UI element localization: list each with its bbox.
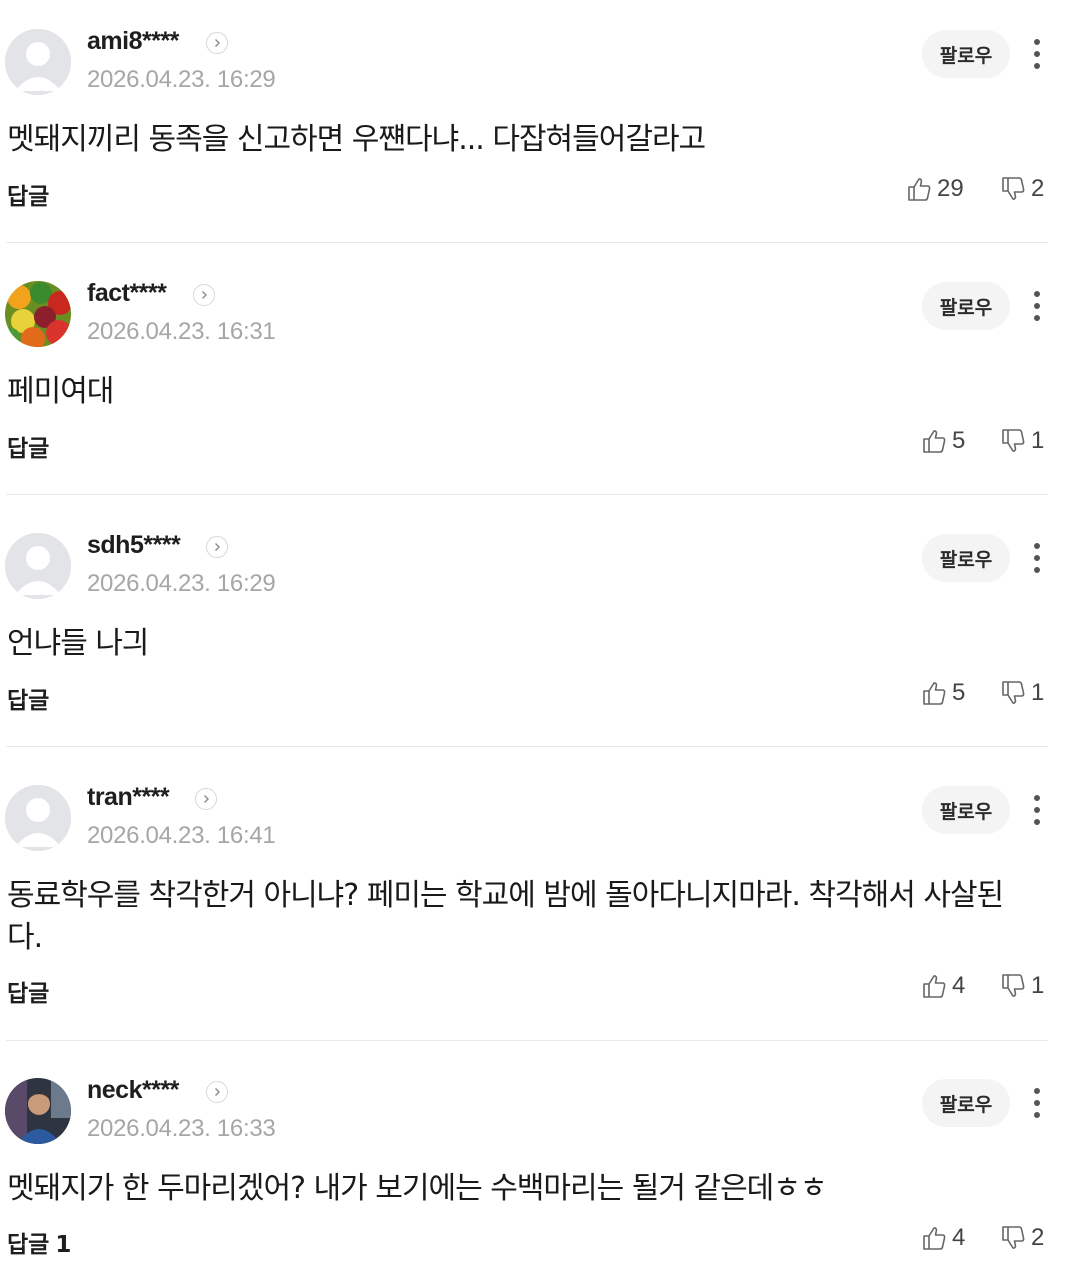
comment-text: 언냐들 나긔 [7, 626, 150, 661]
thumbs-down-icon [1002, 177, 1025, 200]
thumbs-up-icon [923, 430, 946, 453]
dislike-button[interactable]: 2 [1000, 1224, 1044, 1252]
more-options-icon[interactable] [1022, 29, 1052, 79]
divider [6, 242, 1048, 243]
default-avatar[interactable] [5, 29, 71, 95]
dislike-button[interactable]: 1 [1000, 679, 1044, 707]
thumbs-down-icon [1002, 429, 1025, 452]
comment-text: 동료학우를 착각한거 아니냐? 페미는 학교에 밤에 돌아다니지마라. 착각해서… [7, 878, 1004, 955]
timestamp: 2026.04.23. 16:33 [87, 1115, 276, 1142]
like-count: 4 [952, 972, 966, 999]
thumbs-down-icon [1002, 1226, 1025, 1249]
person-photo-avatar[interactable] [5, 1078, 71, 1144]
like-button[interactable]: 4 [921, 1224, 965, 1252]
reply-button[interactable]: 답글 [7, 177, 55, 211]
username[interactable]: sdh5**** [87, 531, 181, 560]
more-options-icon[interactable] [1022, 785, 1052, 835]
like-count: 5 [952, 427, 966, 454]
profile-arrow-icon[interactable] [206, 536, 228, 558]
reply-label: 답글 [7, 688, 50, 714]
reply-button[interactable]: 답글 1 [7, 1225, 71, 1259]
username[interactable]: fact**** [87, 279, 167, 308]
reply-count: 1 [55, 1232, 72, 1258]
username[interactable]: neck**** [87, 1076, 179, 1105]
profile-arrow-icon[interactable] [206, 32, 228, 54]
thumbs-up-icon [923, 975, 946, 998]
comment-text: 페미여대 [7, 374, 114, 409]
reply-button[interactable]: 답글 [7, 974, 55, 1008]
divider [6, 746, 1048, 747]
divider [6, 494, 1048, 495]
comment-text: 멧돼지가 한 두마리겠어? 내가 보기에는 수백마리는 될거 같은데ㅎㅎ [7, 1171, 827, 1206]
dislike-button[interactable]: 1 [1000, 972, 1044, 1000]
follow-button[interactable]: 팔로우 [922, 282, 1010, 330]
thumbs-down-icon [1002, 974, 1025, 997]
like-count: 5 [952, 679, 966, 706]
reply-label: 답글 [7, 1232, 50, 1258]
dislike-count: 1 [1031, 679, 1045, 706]
reply-button[interactable]: 답글 [7, 681, 55, 715]
dislike-count: 1 [1031, 972, 1045, 999]
dislike-count: 2 [1031, 175, 1045, 202]
default-avatar[interactable] [5, 533, 71, 599]
thumbs-up-icon [908, 178, 931, 201]
timestamp: 2026.04.23. 16:29 [87, 570, 276, 597]
profile-arrow-icon[interactable] [193, 284, 215, 306]
default-avatar[interactable] [5, 785, 71, 851]
fruit-photo-avatar[interactable] [5, 281, 71, 347]
timestamp: 2026.04.23. 16:31 [87, 318, 276, 345]
follow-button[interactable]: 팔로우 [922, 534, 1010, 582]
reply-label: 답글 [7, 981, 50, 1007]
like-count: 4 [952, 1224, 966, 1251]
more-options-icon[interactable] [1022, 281, 1052, 331]
like-button[interactable]: 5 [921, 679, 965, 707]
username[interactable]: tran**** [87, 783, 170, 812]
dislike-count: 1 [1031, 427, 1045, 454]
reply-label: 답글 [7, 184, 50, 210]
dislike-count: 2 [1031, 1224, 1045, 1251]
dislike-button[interactable]: 1 [1000, 427, 1044, 455]
reply-label: 답글 [7, 436, 50, 462]
reply-button[interactable]: 답글 [7, 429, 55, 463]
thumbs-up-icon [923, 682, 946, 705]
timestamp: 2026.04.23. 16:29 [87, 66, 276, 93]
divider [6, 1040, 1048, 1041]
profile-arrow-icon[interactable] [206, 1081, 228, 1103]
follow-button[interactable]: 팔로우 [922, 30, 1010, 78]
more-options-icon[interactable] [1022, 1078, 1052, 1128]
like-count: 29 [937, 175, 964, 202]
profile-arrow-icon[interactable] [195, 788, 217, 810]
thumbs-up-icon [923, 1227, 946, 1250]
more-options-icon[interactable] [1022, 533, 1052, 583]
comment-text: 멧돼지끼리 동족을 신고하면 우쨴다냐... 다잡혀들어갈라고 [7, 122, 706, 157]
thumbs-down-icon [1002, 681, 1025, 704]
timestamp: 2026.04.23. 16:41 [87, 822, 276, 849]
like-button[interactable]: 29 [906, 175, 964, 203]
follow-button[interactable]: 팔로우 [922, 1079, 1010, 1127]
username[interactable]: ami8**** [87, 27, 179, 56]
like-button[interactable]: 4 [921, 972, 965, 1000]
dislike-button[interactable]: 2 [1000, 175, 1044, 203]
follow-button[interactable]: 팔로우 [922, 786, 1010, 834]
like-button[interactable]: 5 [921, 427, 965, 455]
